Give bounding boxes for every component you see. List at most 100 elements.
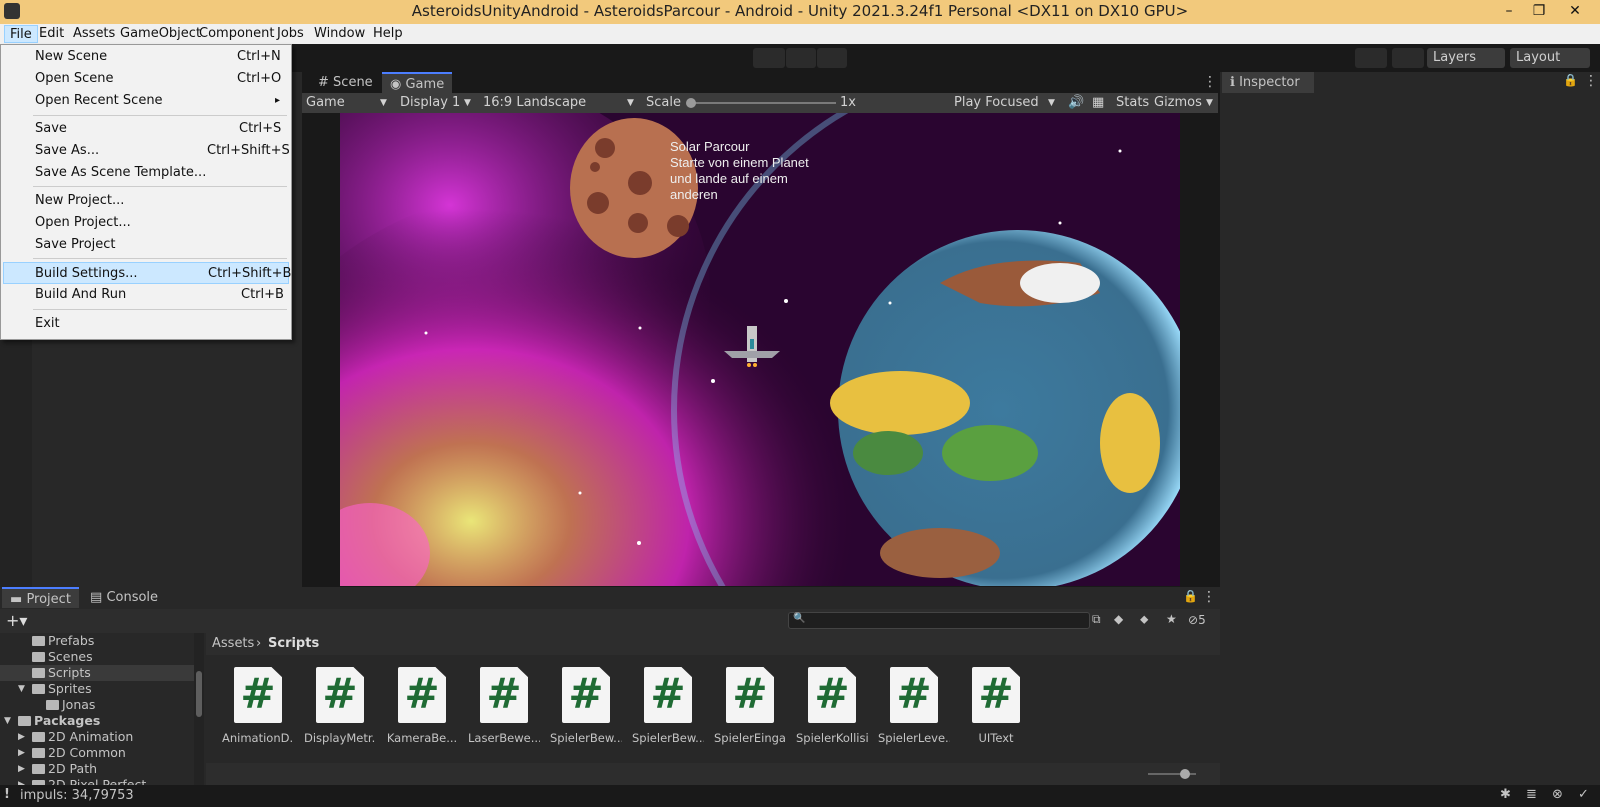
asset-script[interactable]: # SpielerLeve... (878, 667, 950, 745)
close-button[interactable]: ✕ (1560, 0, 1590, 24)
cache-server-icon[interactable]: ≣ (1526, 787, 1537, 802)
menu-item-exit[interactable]: Exit (3, 313, 289, 335)
stats-button[interactable]: Stats (1116, 93, 1149, 113)
progress-icon[interactable]: ✓ (1578, 787, 1589, 802)
menu-item-save-as[interactable]: Save As... Ctrl+Shift+S (3, 140, 290, 162)
tab-scene[interactable]: # Scene (310, 72, 381, 93)
csharp-script-icon: # (316, 667, 364, 723)
collapse-arrow-icon[interactable]: ▶ (18, 761, 25, 777)
asset-script[interactable]: # SpielerBew... (550, 667, 622, 745)
pause-button[interactable] (786, 48, 816, 68)
tree-item-label: Packages (34, 713, 101, 728)
asset-script[interactable]: # SpielerKollisi... (796, 667, 868, 745)
step-button[interactable] (817, 48, 847, 68)
scale-value: 1x (840, 95, 856, 110)
favorite-star-icon[interactable]: ★ (1166, 612, 1177, 626)
aspect-dropdown[interactable]: 16:9 Landscape ▼ (483, 93, 643, 113)
game-mode-dropdown[interactable]: Game ▼ (306, 93, 394, 113)
tree-item[interactable]: Scenes (0, 649, 194, 665)
play-button[interactable] (753, 48, 785, 68)
expand-arrow-icon[interactable]: ▼ (18, 681, 25, 697)
collapse-arrow-icon[interactable]: ▶ (18, 729, 25, 745)
menu-component[interactable]: Component (194, 25, 279, 43)
menu-assets[interactable]: Assets (68, 25, 120, 43)
tree-item[interactable]: ▶ 2D Path (0, 761, 194, 777)
kebab-menu-icon[interactable]: ⋮ (1584, 73, 1598, 89)
network-icon[interactable]: ⊗ (1552, 787, 1563, 802)
game-view[interactable]: Solar Parcour Starte von einem Planet un… (340, 113, 1180, 586)
menu-item-save-project[interactable]: Save Project (3, 234, 289, 256)
scale-slider[interactable] (688, 102, 836, 104)
tree-item[interactable]: ▶ 2D Pixel Perfect (0, 777, 194, 785)
menu-item-build-settings[interactable]: Build Settings... Ctrl+Shift+B (3, 262, 291, 284)
expand-arrow-icon[interactable]: ▼ (4, 713, 11, 729)
menu-item-open-project[interactable]: Open Project... (3, 212, 289, 234)
type-filter-icon[interactable]: ◆ (1114, 612, 1123, 626)
tree-item-selected[interactable]: Scripts (0, 665, 194, 681)
asset-script[interactable]: # SpielerEinga... (714, 667, 786, 745)
menu-item-new-scene[interactable]: New Scene Ctrl+N (3, 46, 289, 68)
menu-window[interactable]: Window (309, 25, 370, 43)
status-message[interactable]: impuls: 34,79753 (20, 788, 134, 803)
asset-script[interactable]: # SpielerBew... (632, 667, 704, 745)
icon-size-slider-handle[interactable] (1180, 769, 1190, 779)
asset-script[interactable]: # DisplayMetr... (304, 667, 376, 745)
menu-item-new-project[interactable]: New Project... (3, 190, 289, 212)
tree-item[interactable]: ▼ Sprites (0, 681, 194, 697)
scale-slider-handle[interactable] (686, 98, 696, 108)
menu-jobs[interactable]: Jobs (272, 25, 309, 43)
asset-script[interactable]: # UIText (960, 667, 1032, 745)
search-input[interactable]: 🔍 (788, 612, 1090, 629)
add-asset-button[interactable]: +▾ (6, 611, 27, 630)
play-focused-dropdown[interactable]: Play Focused ▼ (954, 93, 1060, 113)
tab-project[interactable]: ▬ Project (2, 587, 79, 608)
label-filter-icon[interactable]: ⬥ (1140, 612, 1148, 627)
gizmos-button[interactable]: Gizmos (1154, 93, 1202, 113)
tree-item[interactable]: ▼ Packages (0, 713, 194, 729)
menu-file[interactable]: File (4, 25, 38, 43)
collab-button[interactable] (1355, 48, 1387, 68)
menu-help[interactable]: Help (368, 25, 408, 43)
display-dropdown[interactable]: Display 1 ▼ (400, 93, 480, 113)
menu-edit[interactable]: Edit (34, 25, 69, 43)
scene-search-icon[interactable]: ⧉ (1092, 612, 1101, 627)
tree-item[interactable]: Jonas (0, 697, 194, 713)
menu-item-build-and-run[interactable]: Build And Run Ctrl+B (3, 284, 289, 306)
restore-button[interactable]: ❐ (1524, 0, 1554, 24)
layout-dropdown[interactable]: Layout (1510, 48, 1590, 68)
chevron-down-icon[interactable]: ▼ (1206, 93, 1213, 113)
bug-icon[interactable]: ✱ (1500, 787, 1511, 802)
kebab-menu-icon[interactable]: ⋮ (1202, 589, 1216, 605)
lock-icon[interactable]: 🔒 (1563, 73, 1578, 87)
asset-script[interactable]: # KameraBe... (386, 667, 458, 745)
speaker-icon[interactable]: 🔊 (1068, 93, 1084, 113)
minimize-button[interactable]: – (1494, 0, 1524, 24)
menu-item-save-as-scene-template[interactable]: Save As Scene Template... (3, 162, 289, 184)
menu-item-open-recent-scene[interactable]: Open Recent Scene ▸ (3, 90, 289, 112)
tree-item[interactable]: ▶ 2D Animation (0, 729, 194, 745)
search-toolbar-button[interactable] (1392, 48, 1424, 68)
kebab-menu-icon[interactable]: ⋮ (1203, 74, 1217, 90)
tab-game[interactable]: ◉ Game (382, 72, 453, 93)
search-icon: 🔍 (793, 613, 806, 624)
asset-footer (206, 763, 1220, 785)
lock-icon[interactable]: 🔒 (1183, 589, 1198, 603)
tab-inspector[interactable]: ℹ Inspector (1222, 72, 1314, 93)
collapse-arrow-icon[interactable]: ▶ (18, 777, 25, 785)
tree-item[interactable]: ▶ 2D Common (0, 745, 194, 761)
tree-item[interactable]: Prefabs (0, 633, 194, 649)
stats-grid-icon[interactable]: ▦ (1092, 93, 1104, 113)
layers-dropdown[interactable]: Layers (1427, 48, 1505, 68)
menu-gameobject[interactable]: GameObject (115, 25, 206, 43)
menu-item-save[interactable]: Save Ctrl+S (3, 118, 289, 140)
tab-console[interactable]: ▤ Console (82, 587, 166, 608)
asset-script[interactable]: # LaserBewe... (468, 667, 540, 745)
folder-open-icon (32, 684, 45, 694)
collapse-arrow-icon[interactable]: ▶ (18, 745, 25, 761)
menu-item-open-scene[interactable]: Open Scene Ctrl+O (3, 68, 289, 90)
hidden-packages-toggle[interactable]: ⊘5 (1188, 613, 1206, 627)
breadcrumb-assets[interactable]: Assets (212, 636, 254, 651)
tree-scrollbar-thumb[interactable] (196, 671, 202, 717)
asset-script[interactable]: # AnimationD... (222, 667, 294, 745)
breadcrumb-scripts[interactable]: Scripts (268, 636, 319, 651)
